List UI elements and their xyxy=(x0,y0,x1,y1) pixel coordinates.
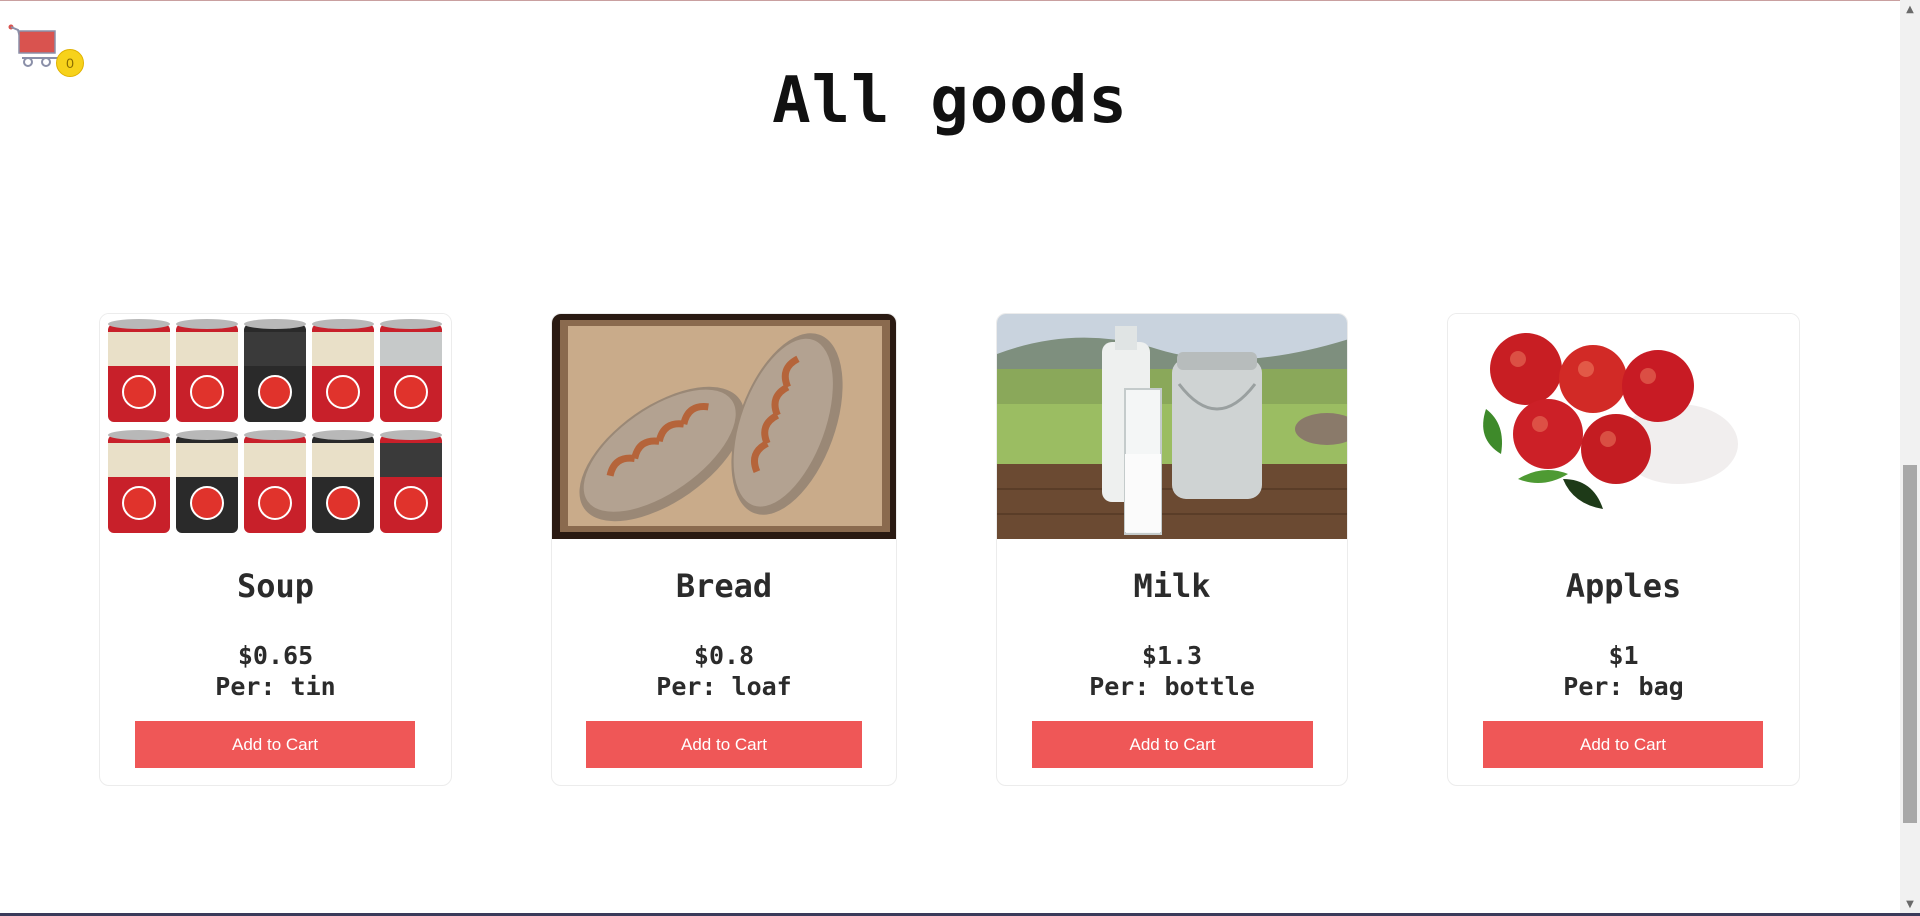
product-image-soup xyxy=(100,314,451,539)
product-image-milk xyxy=(997,314,1347,539)
product-name: Soup xyxy=(236,567,315,605)
scrollbar-thumb[interactable] xyxy=(1903,465,1917,823)
product-unit: Per: loaf xyxy=(656,672,792,701)
product-image-bread xyxy=(552,314,896,539)
scroll-up-arrow-icon[interactable]: ▲ xyxy=(1900,0,1920,18)
product-card-milk: Milk $1.3 Per: bottle Add to Cart xyxy=(996,313,1348,786)
product-price: $1 xyxy=(1608,641,1639,670)
product-name: Milk xyxy=(1133,567,1211,605)
top-border xyxy=(0,0,1900,1)
page-title: All goods xyxy=(772,64,1128,138)
product-unit: Per: bag xyxy=(1563,672,1684,701)
add-to-cart-button[interactable]: Add to Cart xyxy=(586,721,862,768)
add-to-cart-button[interactable]: Add to Cart xyxy=(1032,721,1313,768)
scroll-down-arrow-icon[interactable]: ▼ xyxy=(1900,895,1920,913)
product-price: $0.8 xyxy=(693,641,755,670)
product-card-bread: Bread $0.8 Per: loaf Add to Cart xyxy=(551,313,897,786)
product-unit: Per: bottle xyxy=(1089,672,1255,701)
product-card-apples: Apples $1 Per: bag Add to Cart xyxy=(1447,313,1800,786)
product-name: Apples xyxy=(1565,567,1682,605)
product-name: Bread xyxy=(675,567,773,605)
product-price: $1.3 xyxy=(1141,641,1203,670)
product-image-apples xyxy=(1448,314,1799,539)
product-price: $0.65 xyxy=(237,641,314,670)
product-unit: Per: tin xyxy=(215,672,336,701)
product-card-soup: Soup $0.65 Per: tin Add to Cart xyxy=(99,313,452,786)
vertical-scrollbar[interactable]: ▲ ▼ xyxy=(1900,0,1920,913)
add-to-cart-button[interactable]: Add to Cart xyxy=(135,721,415,768)
add-to-cart-button[interactable]: Add to Cart xyxy=(1483,721,1763,768)
